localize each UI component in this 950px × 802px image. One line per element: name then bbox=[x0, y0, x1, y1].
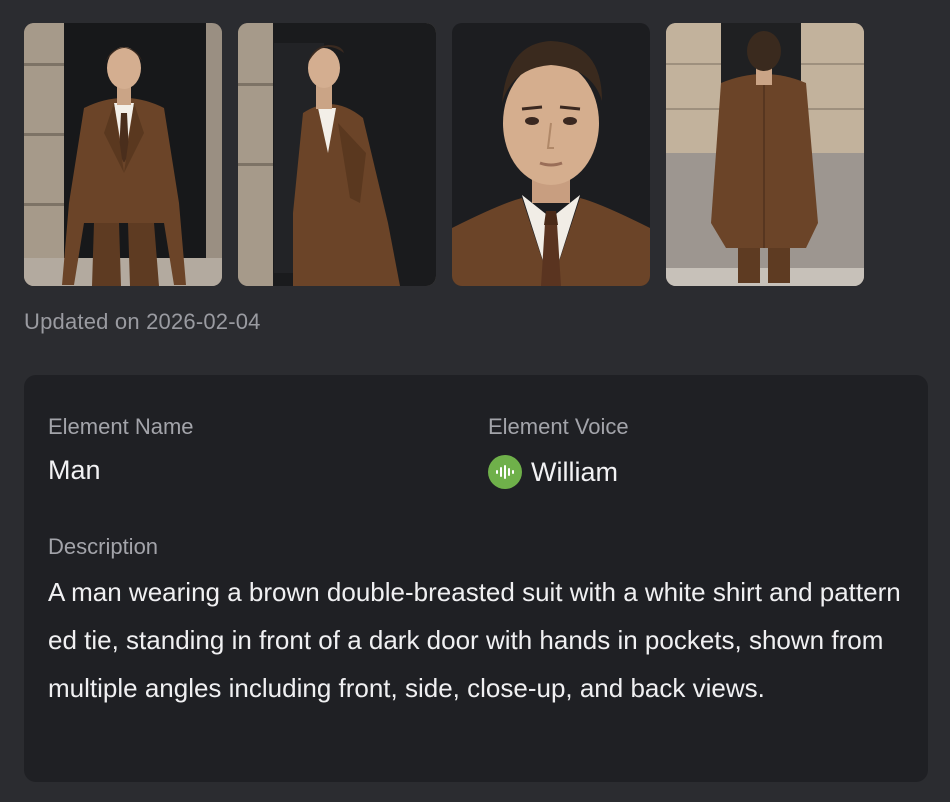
voice-name: William bbox=[531, 456, 618, 487]
man-back-view-image bbox=[666, 23, 864, 286]
element-name-value: Man bbox=[48, 455, 101, 485]
description-text: A man wearing a brown double-breasted su… bbox=[48, 577, 901, 703]
description-label: Description bbox=[48, 534, 159, 559]
element-voice-value[interactable]: William bbox=[488, 455, 618, 489]
man-closeup-image bbox=[452, 23, 650, 286]
man-front-view-image bbox=[24, 23, 222, 286]
soundwave-icon bbox=[488, 455, 522, 489]
gallery-image-closeup[interactable] bbox=[452, 23, 650, 286]
gallery-image-side[interactable] bbox=[238, 23, 436, 286]
element-voice-label: Element Voice bbox=[488, 414, 629, 439]
image-gallery bbox=[24, 23, 864, 286]
element-name-label: Element Name bbox=[48, 414, 194, 439]
element-detail-page: Updated on 2026-02-04 Element Name Man E… bbox=[0, 0, 950, 802]
updated-date: Updated on 2026-02-04 bbox=[24, 309, 261, 334]
gallery-image-front[interactable] bbox=[24, 23, 222, 286]
man-side-view-image bbox=[238, 23, 436, 286]
gallery-image-back[interactable] bbox=[666, 23, 864, 286]
element-details-card: Element Name Man Element Voice William D… bbox=[24, 375, 928, 782]
